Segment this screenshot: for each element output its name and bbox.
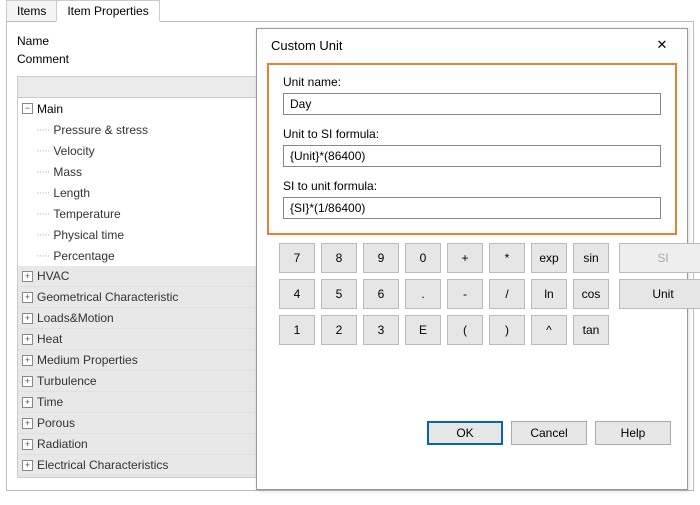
tab-item-properties[interactable]: Item Properties xyxy=(56,0,159,22)
tree-dots-icon: ····· xyxy=(36,250,49,262)
key-7[interactable]: 7 xyxy=(279,243,315,273)
key-unit[interactable]: Unit xyxy=(619,279,700,309)
expand-icon[interactable]: + xyxy=(22,418,33,429)
key-sin[interactable]: sin xyxy=(573,243,609,273)
key-4[interactable]: 4 xyxy=(279,279,315,309)
tree-dots-icon: ····· xyxy=(36,166,49,178)
ok-button[interactable]: OK xyxy=(427,421,503,445)
tree-label: Time xyxy=(37,395,63,409)
key-6[interactable]: 6 xyxy=(363,279,399,309)
keypad: 7 8 9 0 4 5 6 . 1 2 3 E + * - / ( ) exp … xyxy=(257,243,687,345)
highlighted-input-group: Unit name: Unit to SI formula: SI to uni… xyxy=(267,63,677,235)
expand-icon[interactable]: + xyxy=(22,292,33,303)
tree-label: Length xyxy=(53,186,90,200)
tree-label: Geometrical Characteristic xyxy=(37,290,178,304)
expand-icon[interactable]: + xyxy=(22,460,33,471)
key-0[interactable]: 0 xyxy=(405,243,441,273)
tree-label: Electrical Characteristics xyxy=(37,458,168,472)
si-to-unit-input[interactable] xyxy=(283,197,661,219)
tree-label: Mass xyxy=(53,165,82,179)
expand-icon[interactable]: + xyxy=(22,397,33,408)
tab-bar: Items Item Properties xyxy=(0,0,700,22)
key-9[interactable]: 9 xyxy=(363,243,399,273)
key-ln[interactable]: ln xyxy=(531,279,567,309)
tree-label: Turbulence xyxy=(37,374,97,388)
unit-name-label: Unit name: xyxy=(283,75,661,89)
si-to-unit-label: SI to unit formula: xyxy=(283,179,661,193)
tree-label: HVAC xyxy=(37,269,69,283)
dialog-title: Custom Unit xyxy=(271,38,343,53)
expand-icon[interactable]: + xyxy=(22,355,33,366)
tree-label: Porous xyxy=(37,416,75,430)
cancel-button[interactable]: Cancel xyxy=(511,421,587,445)
close-icon[interactable]: ✕ xyxy=(647,37,677,53)
custom-unit-dialog: Custom Unit ✕ Unit name: Unit to SI form… xyxy=(256,28,688,490)
unit-to-si-label: Unit to SI formula: xyxy=(283,127,661,141)
tree-label: Pressure & stress xyxy=(53,123,148,137)
tree-label: Temperature xyxy=(53,207,120,221)
tree-dots-icon: ····· xyxy=(36,229,49,241)
key-2[interactable]: 2 xyxy=(321,315,357,345)
tree-label: Medium Properties xyxy=(37,353,138,367)
key-3[interactable]: 3 xyxy=(363,315,399,345)
tree-dots-icon: ····· xyxy=(36,187,49,199)
tree-label: Heat xyxy=(37,332,62,346)
key-slash[interactable]: / xyxy=(489,279,525,309)
expand-icon[interactable]: + xyxy=(22,439,33,450)
key-minus[interactable]: - xyxy=(447,279,483,309)
unit-name-input[interactable] xyxy=(283,93,661,115)
key-cos[interactable]: cos xyxy=(573,279,609,309)
tab-items[interactable]: Items xyxy=(6,0,56,22)
collapse-icon[interactable]: − xyxy=(22,103,33,114)
expand-icon[interactable]: + xyxy=(22,271,33,282)
tree-dots-icon: ····· xyxy=(36,124,49,136)
tree-dots-icon: ····· xyxy=(36,145,49,157)
tree-label: Loads&Motion xyxy=(37,311,114,325)
tree-dots-icon: ····· xyxy=(36,208,49,220)
tree-label: Percentage xyxy=(53,249,114,263)
expand-icon[interactable]: + xyxy=(22,376,33,387)
expand-icon[interactable]: + xyxy=(22,334,33,345)
tree-label: Physical time xyxy=(53,228,124,242)
tree-label: Main xyxy=(37,102,63,116)
key-dot[interactable]: . xyxy=(405,279,441,309)
key-exp[interactable]: exp xyxy=(531,243,567,273)
key-caret[interactable]: ^ xyxy=(531,315,567,345)
help-button[interactable]: Help xyxy=(595,421,671,445)
key-rparen[interactable]: ) xyxy=(489,315,525,345)
key-5[interactable]: 5 xyxy=(321,279,357,309)
key-E[interactable]: E xyxy=(405,315,441,345)
dialog-buttons: OK Cancel Help xyxy=(427,421,671,445)
expand-icon[interactable]: + xyxy=(22,313,33,324)
key-lparen[interactable]: ( xyxy=(447,315,483,345)
tree-label: Velocity xyxy=(53,144,94,158)
tree-label: Radiation xyxy=(37,437,88,451)
key-plus[interactable]: + xyxy=(447,243,483,273)
key-star[interactable]: * xyxy=(489,243,525,273)
key-1[interactable]: 1 xyxy=(279,315,315,345)
key-8[interactable]: 8 xyxy=(321,243,357,273)
unit-to-si-input[interactable] xyxy=(283,145,661,167)
dialog-titlebar: Custom Unit ✕ xyxy=(257,29,687,57)
key-tan[interactable]: tan xyxy=(573,315,609,345)
key-si[interactable]: SI xyxy=(619,243,700,273)
